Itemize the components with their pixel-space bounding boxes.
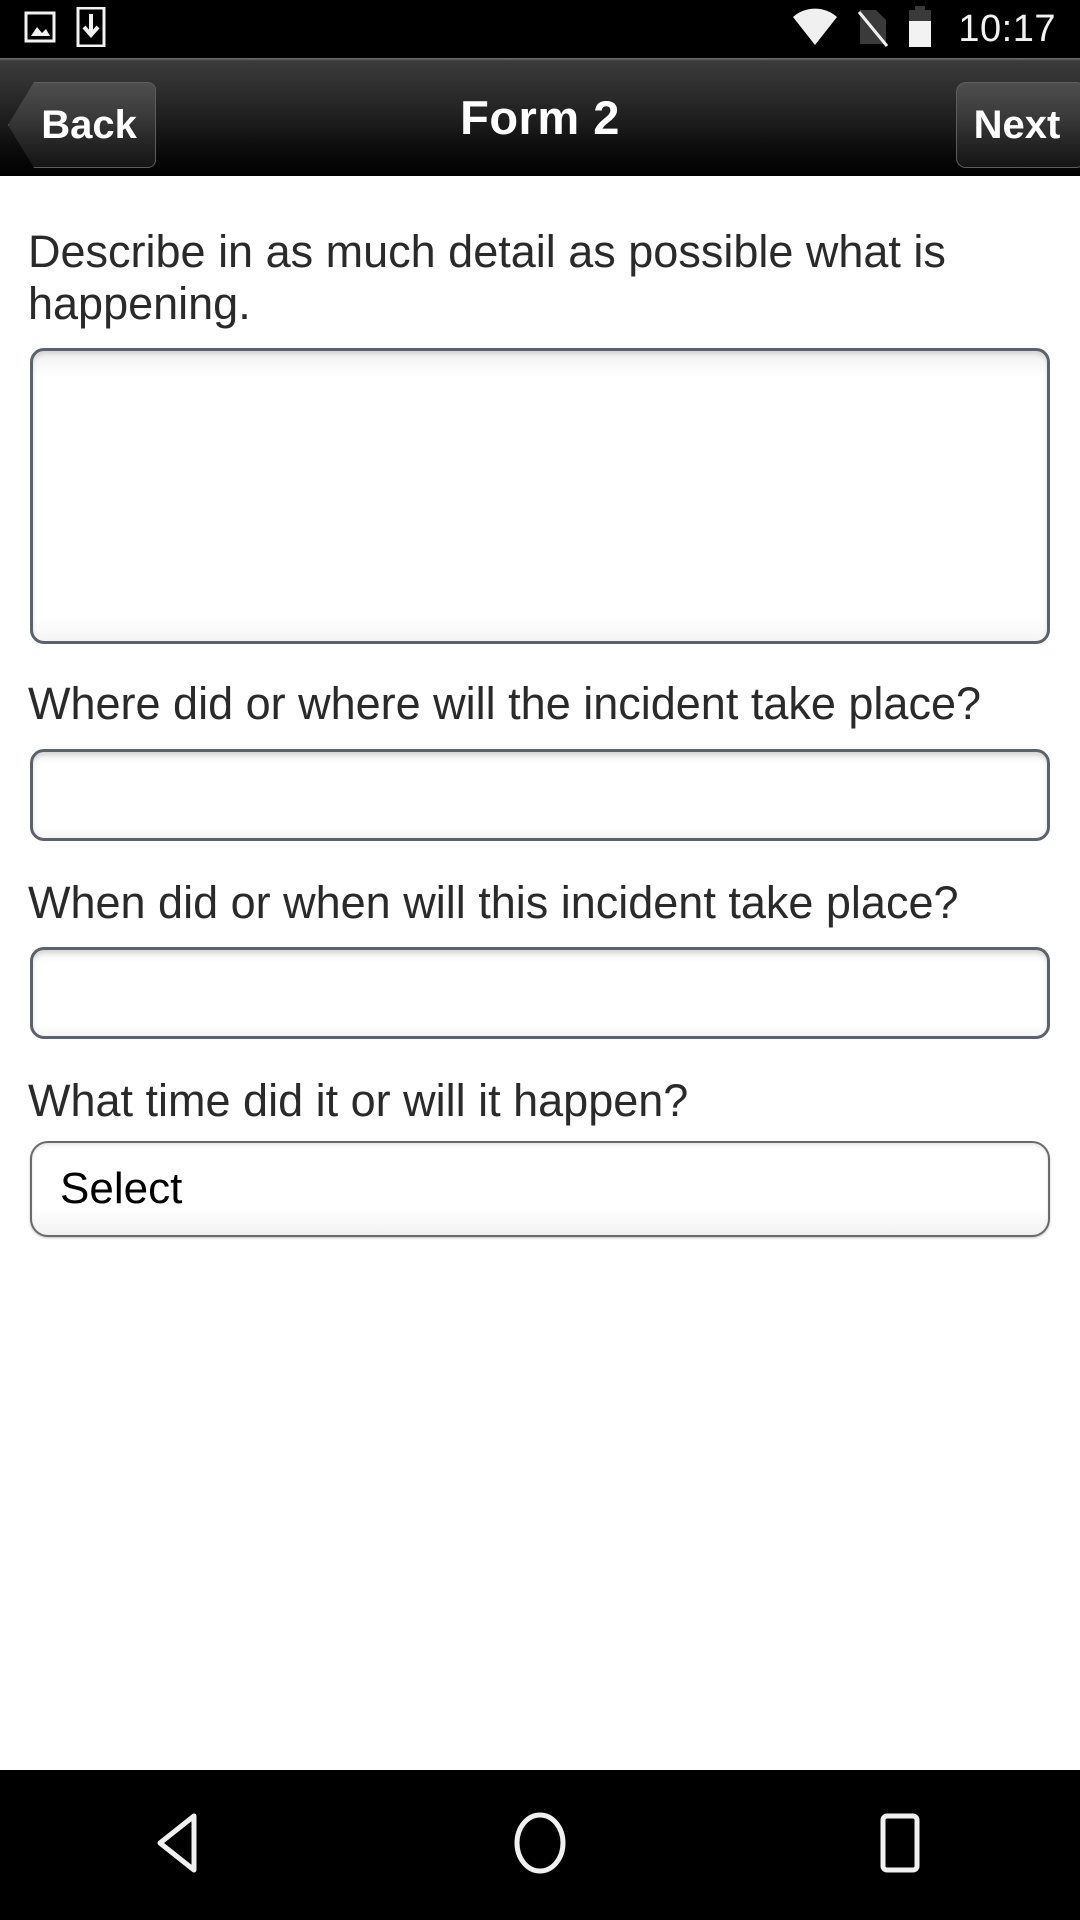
status-bar-system-icons: 10:17 (790, 5, 1056, 53)
question-label-describe: Describe in as much detail as possible w… (28, 226, 946, 330)
action-bar: Back Form 2 Next (0, 58, 1080, 176)
describe-textarea[interactable] (30, 348, 1050, 645)
nav-recents-button[interactable] (810, 1770, 990, 1920)
wifi-icon (790, 7, 840, 52)
nav-back-icon (152, 1812, 208, 1879)
what-time-select[interactable]: Select (30, 1140, 1050, 1237)
nav-back-button[interactable] (90, 1770, 270, 1920)
nav-home-icon (511, 1811, 569, 1880)
next-button[interactable]: Next (956, 82, 1080, 168)
question-label-when: When did or when will this incident take… (28, 876, 959, 928)
question-label-where: Where did or where will the incident tak… (28, 678, 981, 730)
download-icon (76, 6, 106, 52)
what-time-select-value: Select (60, 1163, 183, 1213)
status-bar: 10:17 (0, 0, 1080, 58)
android-navigation-bar (0, 1770, 1080, 1920)
battery-icon (906, 5, 934, 53)
question-label-what-time: What time did it or will it happen? (28, 1074, 689, 1126)
status-bar-notifications (24, 6, 106, 52)
where-input[interactable] (30, 748, 1050, 841)
form-content: Describe in as much detail as possible w… (0, 176, 1080, 1870)
page-title: Form 2 (460, 90, 620, 144)
next-button-label: Next (973, 102, 1061, 147)
nav-recents-icon (874, 1812, 926, 1879)
when-input[interactable] (30, 946, 1050, 1039)
image-icon (24, 10, 56, 49)
action-bar-sheen (0, 58, 1080, 61)
status-bar-clock: 10:17 (958, 7, 1056, 50)
nav-home-button[interactable] (450, 1770, 630, 1920)
no-sim-icon (856, 6, 890, 53)
